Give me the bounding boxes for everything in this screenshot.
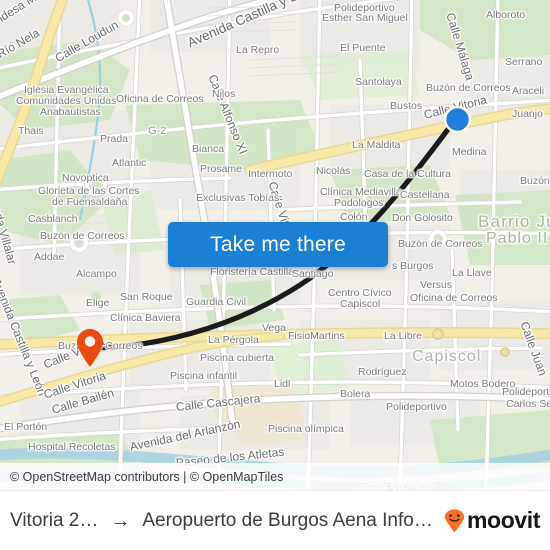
map-attribution: © OpenStreetMap contributors | © OpenMap… (0, 463, 550, 490)
take-me-there-button[interactable]: Take me there (168, 222, 388, 267)
destination-marker[interactable] (443, 105, 472, 134)
route-destination-label: Aeropuerto de Burgos Aena Informaci… (142, 509, 436, 531)
bottom-route-bar: Vitoria 2… → Aeropuerto de Burgos Aena I… (0, 490, 550, 550)
attribution-text: © OpenStreetMap contributors | © OpenMap… (10, 469, 284, 484)
moovit-wordmark: moovit (467, 507, 540, 533)
route-origin-label: Vitoria 2… (10, 509, 99, 531)
origin-marker[interactable] (75, 328, 105, 368)
route-summary[interactable]: Vitoria 2… → Aeropuerto de Burgos Aena I… (10, 510, 436, 532)
moovit-logo[interactable]: moovit (444, 507, 540, 534)
moovit-pin-icon (444, 508, 465, 533)
moovit-trip-screen: ndesa MencíaRío NelaCalle LoudunAvenida … (0, 0, 550, 550)
arrow-right-icon: → (110, 509, 131, 532)
